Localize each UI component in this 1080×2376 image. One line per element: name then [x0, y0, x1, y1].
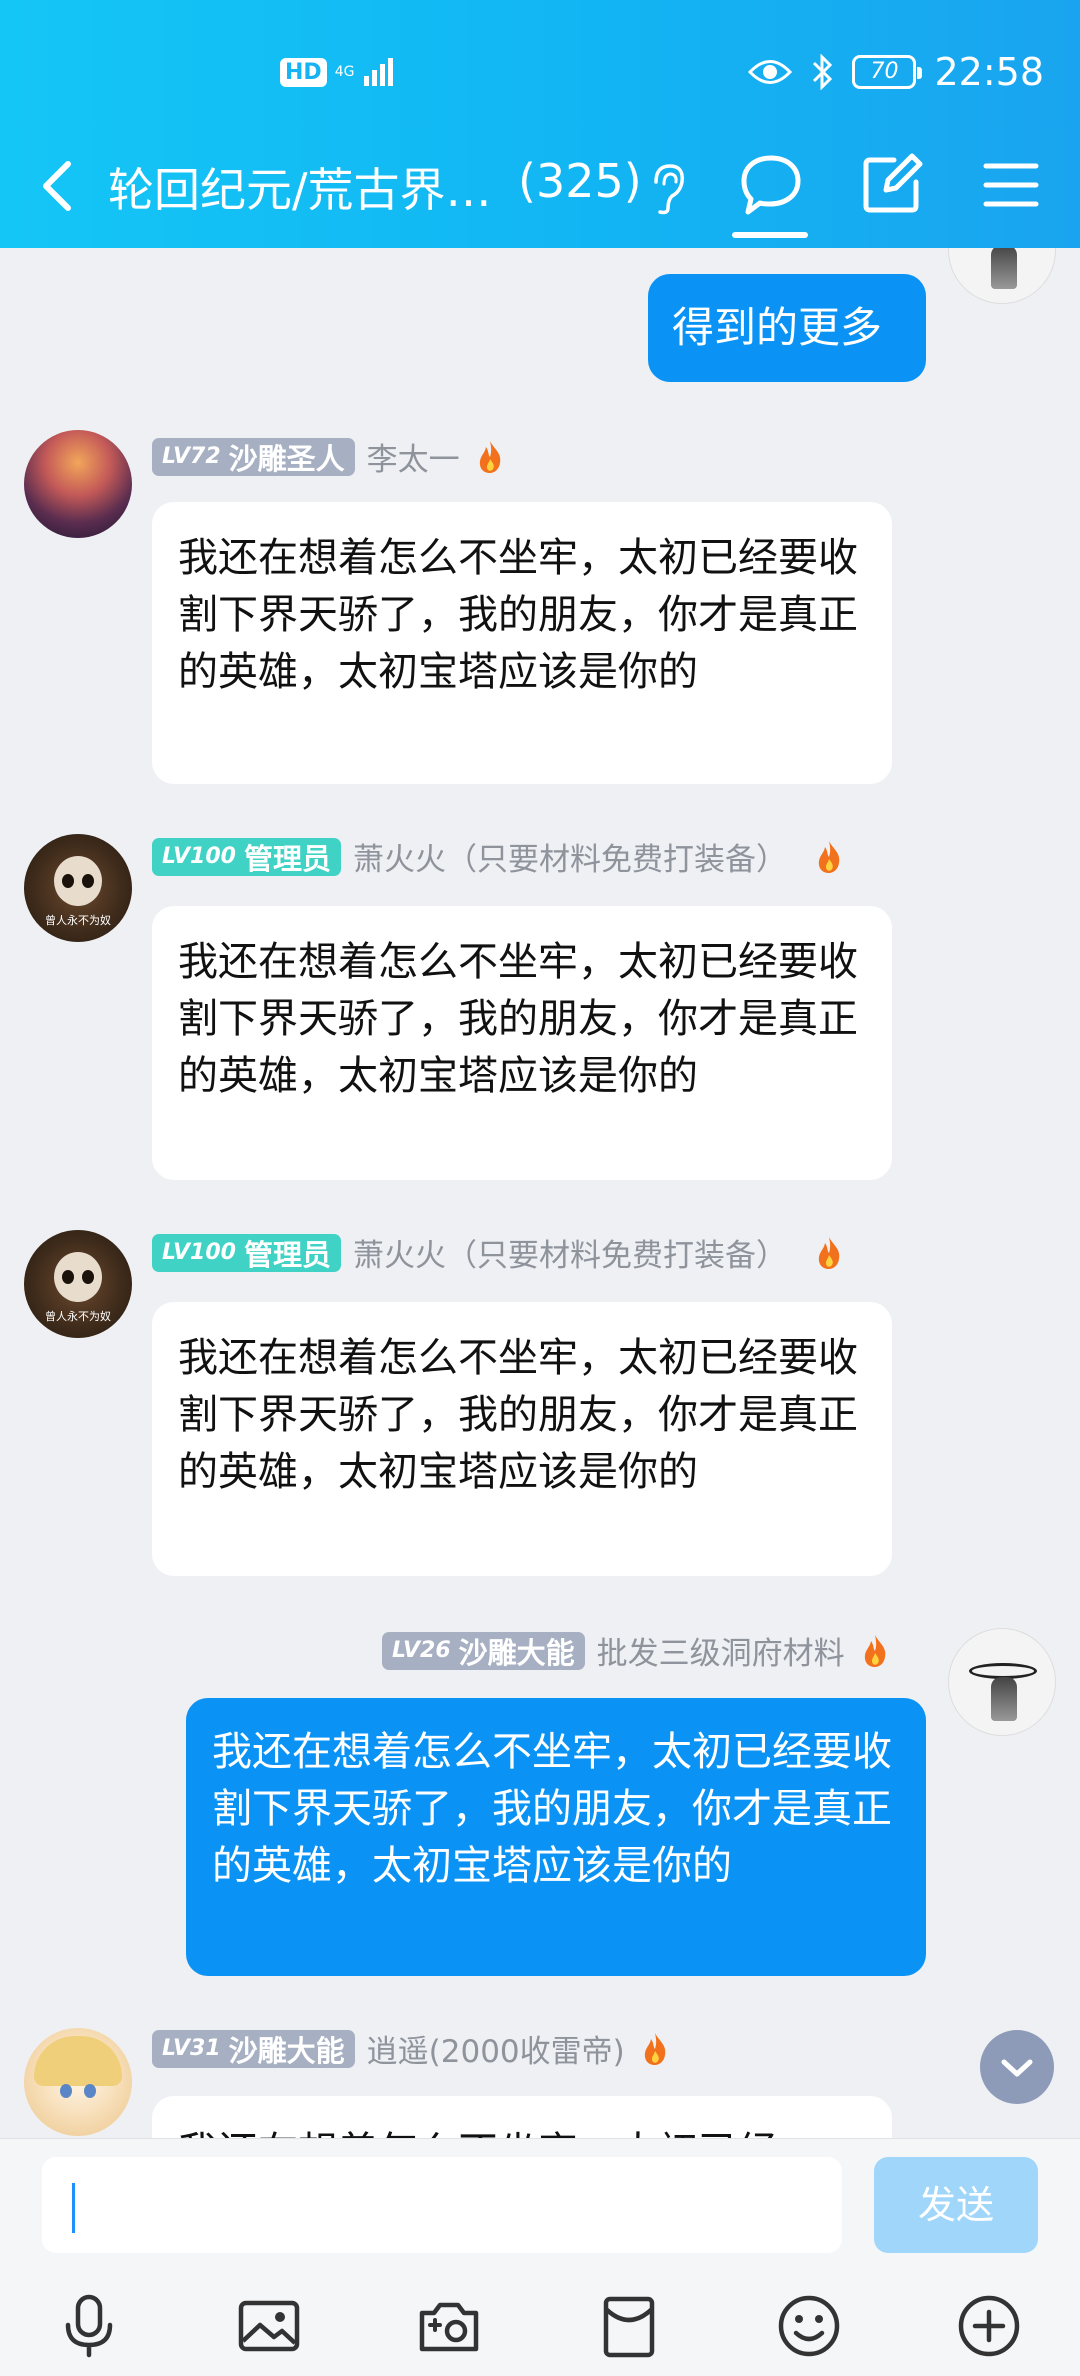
level-badge: LV26 沙雕大能	[382, 1631, 585, 1670]
level-label: LV100	[162, 844, 236, 869]
plus-icon[interactable]	[954, 2291, 1024, 2361]
message-bubble[interactable]: 得到的更多	[648, 274, 926, 382]
level-badge: LV100 管理员	[152, 837, 341, 876]
camera-icon[interactable]	[414, 2291, 484, 2361]
chat-bubble-icon[interactable]	[736, 150, 806, 220]
sender-meta: LV100 管理员 萧火火（只要材料免费打装备）	[152, 1230, 843, 1275]
avatar-eye	[82, 1270, 94, 1284]
avatar-eye	[84, 2084, 96, 2098]
sender-name[interactable]: 批发三级洞府材料	[597, 1628, 845, 1673]
group-title[interactable]: 轮回纪元/荒古界…	[108, 154, 492, 220]
avatar-caption: 曾人永不为奴	[45, 914, 111, 927]
back-icon[interactable]	[30, 156, 90, 216]
level-badge: LV31 沙雕大能	[152, 2029, 355, 2068]
level-label: LV72	[162, 444, 221, 469]
avatar-eye	[82, 874, 94, 888]
signal-icon	[364, 58, 394, 86]
message-bubble[interactable]: 我还在想着怎么不坐牢，太初已经要收割下界天骄了，我的朋友，你才是真正的英雄，太初…	[152, 502, 892, 784]
fire-icon	[818, 840, 840, 873]
chevron-down-icon	[1001, 2059, 1033, 2077]
4g-label: 4G	[334, 64, 355, 80]
message-bubble[interactable]: 我还在想着怎么不坐牢，太初已经要收割下界天骄了，我的朋友，你才是真正的英雄，太初…	[152, 1302, 892, 1576]
sender-meta: LV26 沙雕大能 批发三级洞府材料	[382, 1628, 889, 1673]
level-label: LV31	[162, 2036, 221, 2061]
sender-name[interactable]: 萧火火（只要材料免费打装备）	[353, 834, 787, 879]
member-title: 管理员	[243, 841, 331, 876]
scroll-to-bottom-button[interactable]	[980, 2030, 1054, 2104]
sender-name[interactable]: 萧火火（只要材料免费打装备）	[353, 1230, 787, 1275]
send-button[interactable]: 发送	[874, 2157, 1038, 2253]
eye-icon	[748, 60, 793, 84]
menu-icon[interactable]	[976, 150, 1046, 220]
sender-meta: LV31 沙雕大能 逍遥(2000收雷帝)	[152, 2026, 669, 2071]
sender-meta: LV72 沙雕圣人 李太一	[152, 434, 504, 479]
ear-icon[interactable]	[646, 162, 690, 216]
avatar-eye	[62, 1270, 74, 1284]
red-packet-icon[interactable]	[594, 2291, 664, 2361]
avatar[interactable]: 曾人永不为奴	[24, 834, 132, 942]
avatar[interactable]	[948, 1628, 1056, 1736]
level-label: LV100	[162, 1240, 236, 1265]
message-list[interactable]: 得到的更多 LV72 沙雕圣人 李太一 我还在想着怎么不坐牢，太初已经要收割下界…	[0, 248, 1080, 2138]
network-indicator: HD 4G	[280, 56, 398, 88]
member-title: 管理员	[243, 1237, 331, 1272]
avatar[interactable]	[948, 248, 1056, 304]
battery-indicator: 70	[852, 55, 923, 89]
emoji-icon[interactable]	[774, 2291, 844, 2361]
edit-icon[interactable]	[856, 150, 926, 220]
avatar-caption: 曾人永不为奴	[45, 1310, 111, 1323]
avatar-figure	[991, 248, 1017, 289]
sender-name[interactable]: 李太一	[367, 434, 460, 479]
input-bar: 发送	[0, 2138, 1080, 2376]
message-input[interactable]	[42, 2157, 842, 2253]
avatar[interactable]	[24, 430, 132, 538]
title-bar: 轮回纪元/荒古界… (325)	[0, 140, 1080, 240]
avatar-hair	[34, 2036, 122, 2086]
active-tab-indicator	[732, 232, 808, 238]
hd-badge: HD	[280, 57, 327, 87]
member-title: 沙雕大能	[458, 1635, 575, 1670]
bluetooth-icon	[813, 54, 833, 90]
avatar-eye	[62, 874, 74, 888]
avatar[interactable]: 曾人永不为奴	[24, 1230, 132, 1338]
clock: 22:58	[934, 50, 1044, 94]
avatar-figure	[991, 1677, 1017, 1721]
message-bubble[interactable]: 我还在想着怎么不坐牢，太初已经要收割下界天骄了，我的朋友，你才是真正的英雄，太初…	[152, 906, 892, 1180]
fire-icon	[644, 2032, 666, 2065]
text-cursor	[72, 2183, 75, 2233]
fire-icon	[864, 1634, 885, 1667]
member-count: (325)	[518, 154, 642, 208]
fire-icon	[818, 1236, 840, 1269]
header: HD 4G 70 22:58 轮回纪元/荒古界… (325)	[0, 0, 1080, 248]
status-bar: HD 4G 70 22:58	[0, 0, 1080, 150]
message-bubble[interactable]: 我还在想着怎么不坐牢，太初已经	[152, 2096, 892, 2138]
image-icon[interactable]	[234, 2291, 304, 2361]
avatar[interactable]	[24, 2028, 132, 2136]
sender-name[interactable]: 逍遥(2000收雷帝)	[367, 2026, 625, 2071]
message-bubble[interactable]: 我还在想着怎么不坐牢，太初已经要收割下界天骄了，我的朋友，你才是真正的英雄，太初…	[186, 1698, 926, 1976]
member-title: 沙雕大能	[228, 2033, 345, 2068]
member-title: 沙雕圣人	[228, 441, 345, 476]
level-badge: LV72 沙雕圣人	[152, 437, 355, 476]
level-badge: LV100 管理员	[152, 1233, 341, 1272]
avatar-eye	[60, 2084, 72, 2098]
fire-icon	[479, 440, 500, 473]
sender-meta: LV100 管理员 萧火火（只要材料免费打装备）	[152, 834, 843, 879]
level-label: LV26	[392, 1638, 451, 1663]
microphone-icon[interactable]	[54, 2291, 124, 2361]
